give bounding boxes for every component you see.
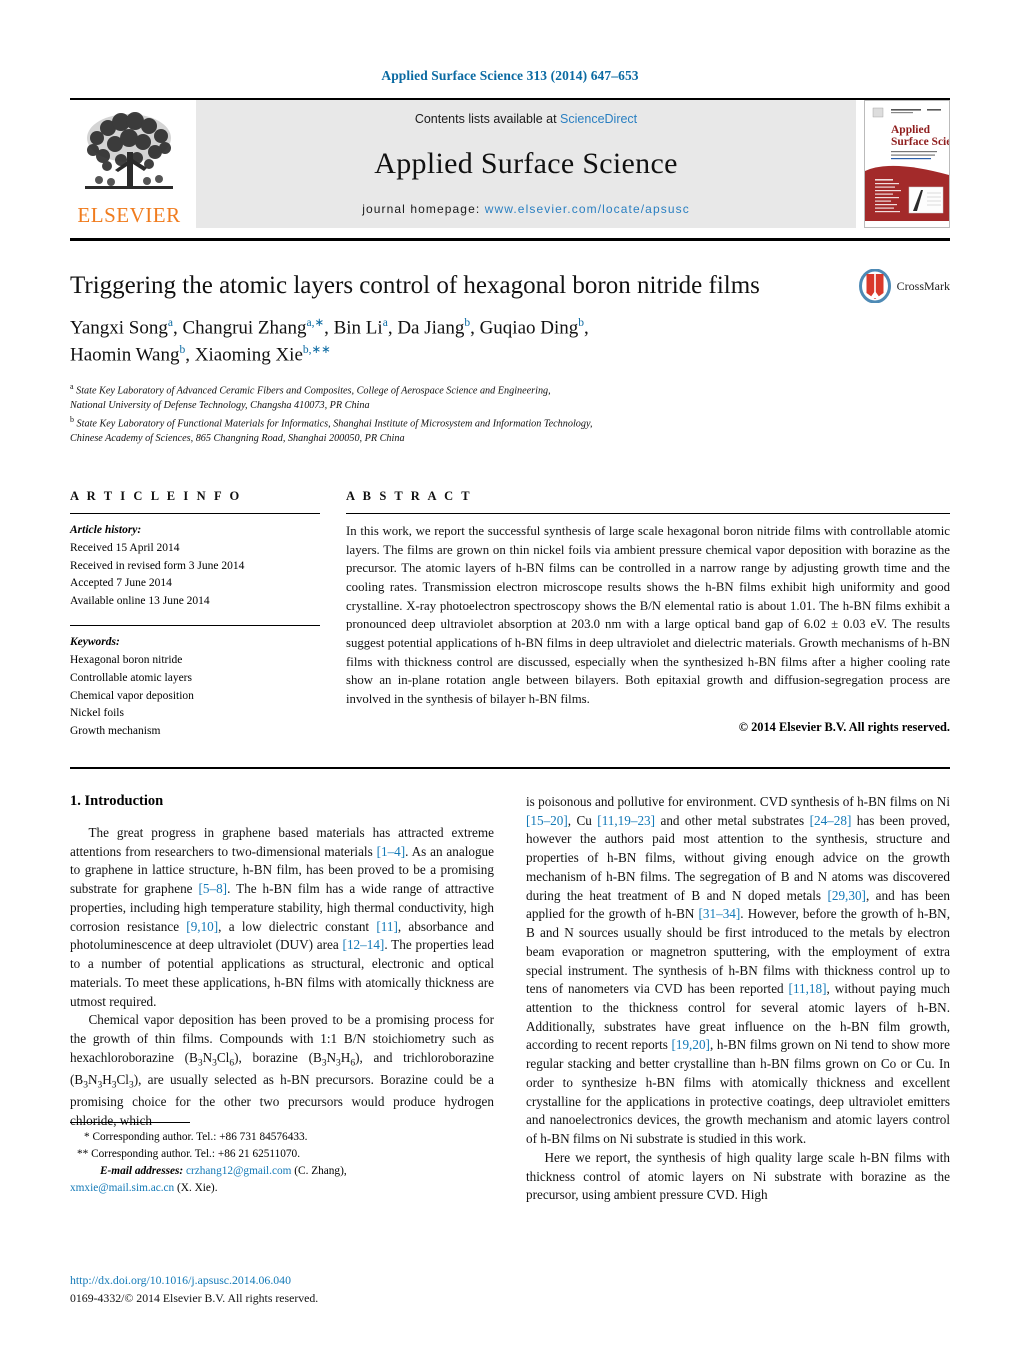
- homepage-url-link[interactable]: www.elsevier.com/locate/apsusc: [485, 202, 690, 216]
- masthead-center: Contents lists available at ScienceDirec…: [196, 100, 856, 228]
- affiliation-b-line2: Chinese Academy of Sciences, 865 Changni…: [70, 433, 405, 445]
- affiliation-a-line1: State Key Laboratory of Advanced Ceramic…: [76, 385, 551, 397]
- crossmark-label: CrossMark: [896, 278, 950, 293]
- corresponding-marker-1: *: [84, 1131, 90, 1143]
- introduction-heading: 1. Introduction: [70, 792, 164, 809]
- history-item: Received in revised form 3 June 2014: [70, 559, 245, 572]
- journal-cover-thumbnail: Applied Surface Science: [864, 100, 950, 228]
- keyword-item: Controllable atomic layers: [70, 671, 192, 684]
- affiliation-b: b State Key Laboratory of Functional Mat…: [70, 414, 950, 432]
- elsevier-wordmark: ELSEVIER: [77, 203, 181, 227]
- footnote-rule: [70, 1122, 190, 1123]
- history-item: Available online 13 June 2014: [70, 595, 210, 608]
- crossmark-badge[interactable]: CrossMark: [858, 269, 950, 303]
- footnote-block: * Corresponding author. Tel.: +86 731 84…: [70, 1122, 500, 1197]
- journal-reference-line: Applied Surface Science 313 (2014) 647–6…: [381, 68, 639, 83]
- contents-available-line: Contents lists available at ScienceDirec…: [415, 112, 637, 126]
- corresponding-author-2: ** Corresponding author. Tel.: +86 21 62…: [70, 1146, 500, 1163]
- page-title: Triggering the atomic layers control of …: [70, 272, 760, 299]
- affiliation-a: a State Key Laboratory of Advanced Ceram…: [70, 381, 950, 399]
- keywords-label: Keywords:: [70, 636, 120, 649]
- article-info-heading: A R T I C L E I N F O: [70, 489, 242, 503]
- corresponding-marker-2: **: [77, 1147, 89, 1160]
- corresponding-text-1: Corresponding author. Tel.: +86 731 8457…: [92, 1131, 308, 1143]
- abstract-copyright: © 2014 Elsevier B.V. All rights reserved…: [738, 719, 950, 734]
- article-history-label: Article history:: [70, 524, 142, 536]
- affiliation-a-marker: a: [70, 382, 74, 392]
- paragraph: Chemical vapor deposition has been prove…: [70, 1012, 494, 1128]
- homepage-prefix: journal homepage:: [362, 202, 485, 216]
- keyword-item: Hexagonal boron nitride: [70, 653, 183, 666]
- email-owner-2: (X. Xie).: [177, 1181, 218, 1194]
- affiliations: a State Key Laboratory of Advanced Ceram…: [70, 381, 950, 447]
- affiliation-a-line2: National University of Defense Technolog…: [70, 400, 370, 412]
- article-info-rule: [70, 513, 320, 514]
- keyword-item: Chemical vapor deposition: [70, 689, 194, 702]
- svg-text:Applied: Applied: [891, 124, 931, 136]
- masthead-bottom-rule: [70, 238, 950, 241]
- paragraph: is poisonous and pollutive for environme…: [526, 793, 951, 1147]
- email-line-1: E-mail addresses: crzhang12@gmail.com (C…: [70, 1163, 500, 1180]
- journal-title: Applied Surface Science: [374, 147, 678, 180]
- section-divider-rule: [70, 766, 950, 769]
- sciencedirect-link[interactable]: ScienceDirect: [560, 112, 637, 126]
- abstract-heading: A B S T R A C T: [346, 489, 473, 503]
- info-abstract-region: A R T I C L E I N F O Article history: R…: [70, 489, 950, 741]
- email-link-2[interactable]: xmxie@mail.sim.ac.cn: [70, 1182, 174, 1194]
- svg-text:Surface Science: Surface Science: [891, 136, 949, 148]
- paragraph: The great progress in graphene based mat…: [70, 824, 494, 1009]
- contents-prefix: Contents lists available at: [414, 112, 561, 126]
- keyword-item: Nickel foils: [70, 707, 124, 720]
- email-addresses-label: E-mail addresses:: [100, 1164, 184, 1177]
- title-block: CrossMark Triggering the atomic layers c…: [70, 269, 950, 447]
- elsevier-logo: ELSEVIER: [70, 100, 188, 228]
- email-line-2: xmxie@mail.sim.ac.cn (X. Xie).: [70, 1180, 500, 1197]
- keywords-rule: [70, 625, 320, 627]
- abstract-column: A B S T R A C T In this work, we report …: [346, 489, 950, 741]
- keyword-item: Growth mechanism: [70, 725, 161, 738]
- body-right-column: is poisonous and pollutive for environme…: [526, 793, 950, 1205]
- journal-homepage-line: journal homepage: www.elsevier.com/locat…: [362, 202, 690, 216]
- paper-page: Applied Surface Science 313 (2014) 647–6…: [0, 0, 1020, 1351]
- affiliation-b-marker: b: [70, 415, 74, 425]
- journal-masthead: ELSEVIER Contents lists available at Sci…: [70, 98, 950, 241]
- author-list: Yangxi Songa, Changrui Zhanga,∗, Bin Lia…: [70, 316, 589, 366]
- affiliation-b-line1: State Key Laboratory of Functional Mater…: [76, 418, 593, 430]
- email-owner-1: (C. Zhang),: [294, 1164, 347, 1177]
- email-link-1[interactable]: crzhang12@gmail.com: [186, 1165, 291, 1177]
- issn-copyright-line: 0169-4332/© 2014 Elsevier B.V. All right…: [70, 1290, 319, 1305]
- doi-link[interactable]: http://dx.doi.org/10.1016/j.apsusc.2014.…: [70, 1272, 500, 1290]
- crossmark-icon: [858, 269, 891, 303]
- corresponding-text-2: Corresponding author. Tel.: +86 21 62511…: [91, 1147, 301, 1160]
- history-item: Accepted 7 June 2014: [70, 577, 172, 590]
- abstract-rule: [346, 513, 950, 514]
- corresponding-author-1: * Corresponding author. Tel.: +86 731 84…: [70, 1129, 500, 1146]
- article-info-column: A R T I C L E I N F O Article history: R…: [70, 489, 320, 741]
- keywords-block: Keywords: Hexagonal boron nitride Contro…: [70, 625, 320, 741]
- cover-artwork: Applied Surface Science: [865, 101, 949, 227]
- doi-block: http://dx.doi.org/10.1016/j.apsusc.2014.…: [70, 1272, 500, 1307]
- history-item: Received 15 April 2014: [70, 541, 180, 554]
- abstract-text: In this work, we report the successful s…: [346, 524, 950, 707]
- paragraph: Here we report, the synthesis of high qu…: [526, 1149, 950, 1203]
- elsevier-tree-icon: [85, 112, 173, 189]
